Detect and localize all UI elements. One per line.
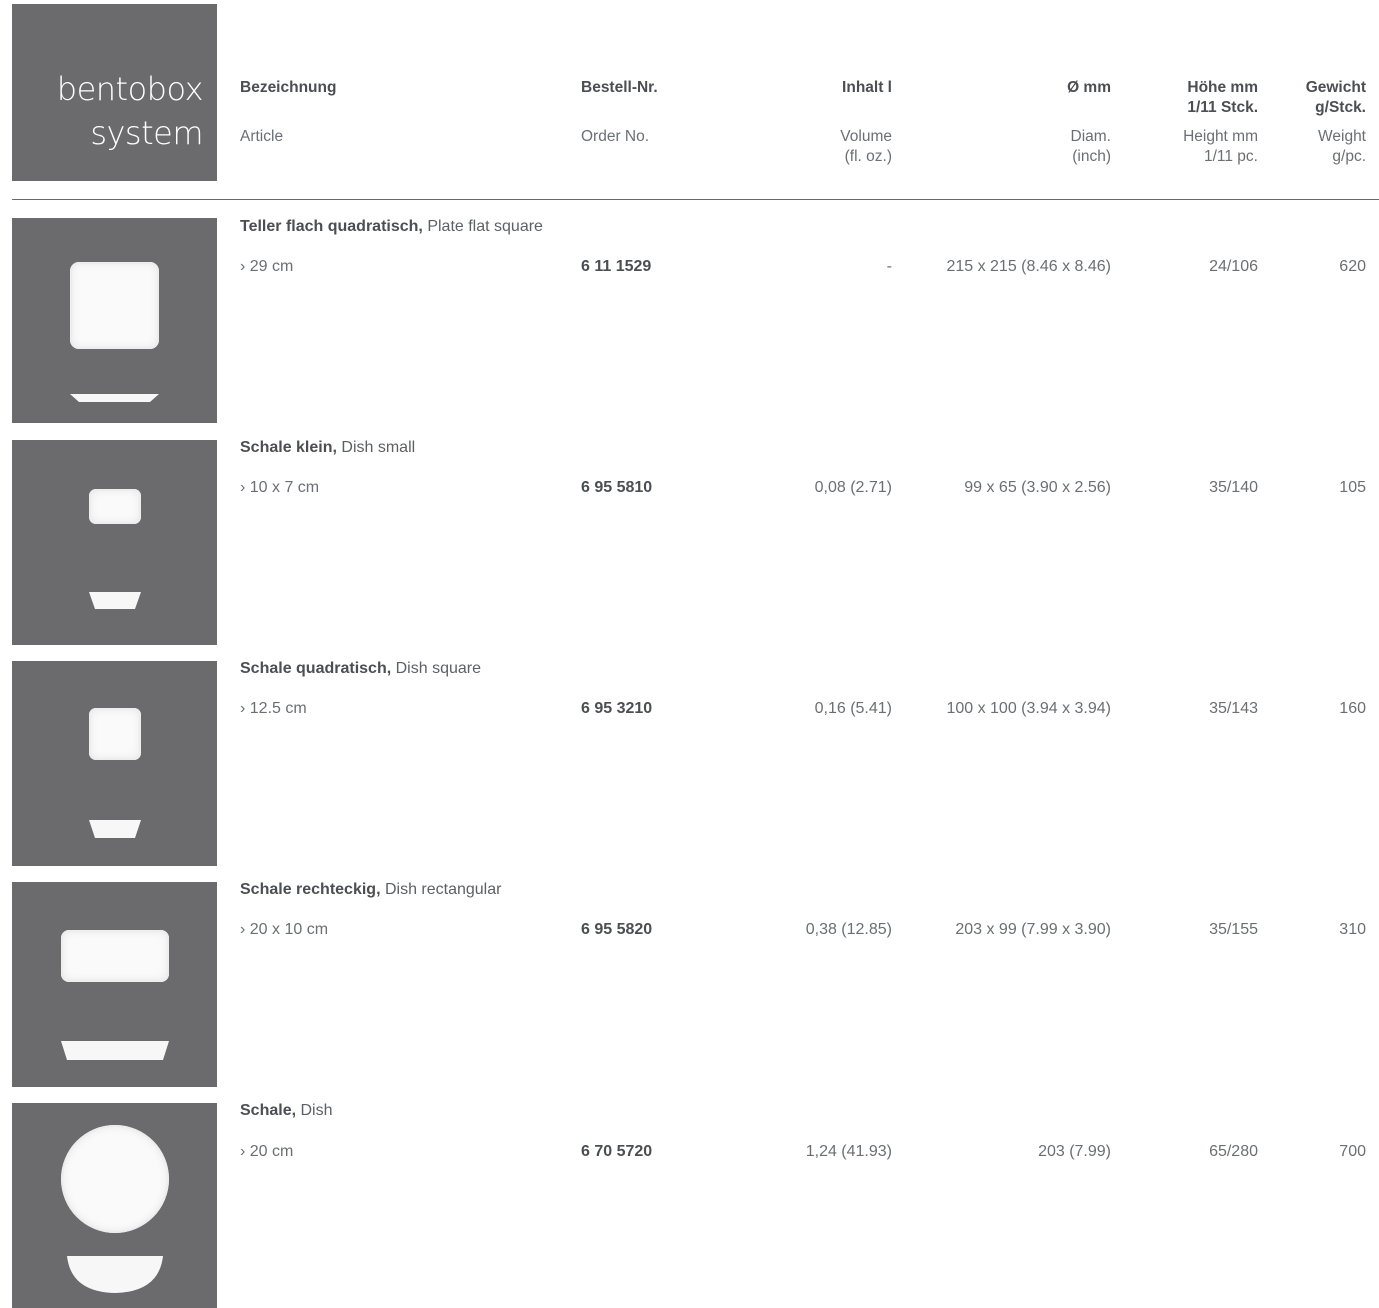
header-volume-en-1: Volume (840, 128, 892, 145)
product-height: 35/155 (1209, 921, 1258, 938)
product-height: 35/140 (1209, 479, 1258, 496)
square-flat-plate-icon (70, 262, 159, 349)
product-height: 24/106 (1209, 258, 1258, 275)
header-height-de-1: Höhe mm (1187, 79, 1258, 96)
catalog-title-line1: bentobox (56, 70, 204, 108)
product-weight: 105 (1339, 479, 1366, 496)
catalog-title-line2: system (90, 114, 203, 152)
catalog-title-block: bentobox system (12, 4, 217, 181)
product-height: 65/280 (1209, 1143, 1258, 1160)
product-diameter: 203 x 99 (7.99 x 3.90) (955, 921, 1111, 938)
round-dish-side-view-icon (67, 1256, 163, 1293)
product-volume: 0,08 (2.71) (814, 479, 892, 496)
product-size: › 10 x 7 cm (240, 479, 320, 496)
product-volume: 0,16 (5.41) (814, 700, 892, 717)
product-image-plate-flat-square (12, 218, 217, 423)
header-diam-de: Ø mm (1067, 79, 1111, 96)
header-order-de: Bestell-Nr. (581, 79, 658, 96)
small-dish-side-view-icon (89, 592, 141, 609)
header-weight-en-1: Weight (1318, 128, 1366, 145)
product-order-no: 6 95 5820 (581, 921, 653, 938)
product-size: › 20 x 10 cm (240, 921, 329, 938)
rectangular-dish-side-view-icon (61, 1041, 169, 1060)
product-diameter: 215 x 215 (8.46 x 8.46) (946, 258, 1111, 275)
product-order-no: 6 95 5810 (581, 479, 653, 496)
product-order-no: 6 95 3210 (581, 700, 653, 717)
header-order-en: Order No. (581, 128, 650, 145)
product-name: Schale, Dish (240, 1102, 333, 1119)
product-size: › 12.5 cm (240, 700, 307, 717)
header-article-en: Article (240, 128, 284, 145)
product-order-no: 6 70 5720 (581, 1143, 653, 1160)
product-order-no: 6 11 1529 (581, 258, 652, 275)
product-diameter: 99 x 65 (3.90 x 2.56) (964, 479, 1111, 496)
header-height-de-2: 1/11 Stck. (1187, 99, 1258, 116)
product-volume: 0,38 (12.85) (805, 921, 892, 938)
square-dish-side-view-icon (89, 820, 141, 838)
product-name: Teller flach quadratisch, Plate flat squ… (240, 218, 543, 235)
product-weight: 160 (1339, 700, 1366, 717)
square-dish-icon (89, 708, 141, 760)
product-image-dish-square (12, 661, 217, 866)
header-height-en-1: Height mm (1183, 128, 1258, 145)
plate-side-view-icon (70, 394, 159, 402)
product-volume: - (886, 258, 892, 275)
product-volume: 1,24 (41.93) (805, 1143, 892, 1160)
header-divider (12, 199, 1379, 200)
header-height-en-2: 1/11 pc. (1203, 148, 1258, 165)
product-weight: 700 (1339, 1143, 1366, 1160)
header-weight-en-2: g/pc. (1332, 148, 1366, 165)
header-weight-de-2: g/Stck. (1315, 99, 1366, 116)
header-article-de: Bezeichnung (240, 79, 337, 96)
product-image-dish-small (12, 440, 217, 645)
header-diam-en-1: Diam. (1070, 128, 1111, 145)
product-weight: 620 (1339, 258, 1366, 275)
product-diameter: 203 (7.99) (1038, 1143, 1111, 1160)
product-image-dish-rectangular (12, 882, 217, 1087)
product-size: › 29 cm (240, 258, 294, 275)
product-name: Schale rechteckig, Dish rectangular (240, 881, 502, 898)
rectangular-dish-icon (61, 930, 169, 982)
product-name: Schale klein, Dish small (240, 439, 416, 456)
header-weight-de-1: Gewicht (1305, 79, 1366, 96)
product-weight: 310 (1339, 921, 1366, 938)
product-image-dish-round (12, 1103, 217, 1308)
small-dish-icon (89, 489, 141, 524)
product-size: › 20 cm (240, 1143, 294, 1160)
product-height: 35/143 (1209, 700, 1258, 717)
product-diameter: 100 x 100 (3.94 x 3.94) (946, 700, 1111, 717)
header-volume-en-2: (fl. oz.) (844, 148, 892, 165)
product-name: Schale quadratisch, Dish square (240, 660, 481, 677)
round-dish-icon (61, 1125, 169, 1233)
header-diam-en-2: (inch) (1072, 148, 1111, 165)
header-volume-de: Inhalt l (842, 79, 892, 96)
